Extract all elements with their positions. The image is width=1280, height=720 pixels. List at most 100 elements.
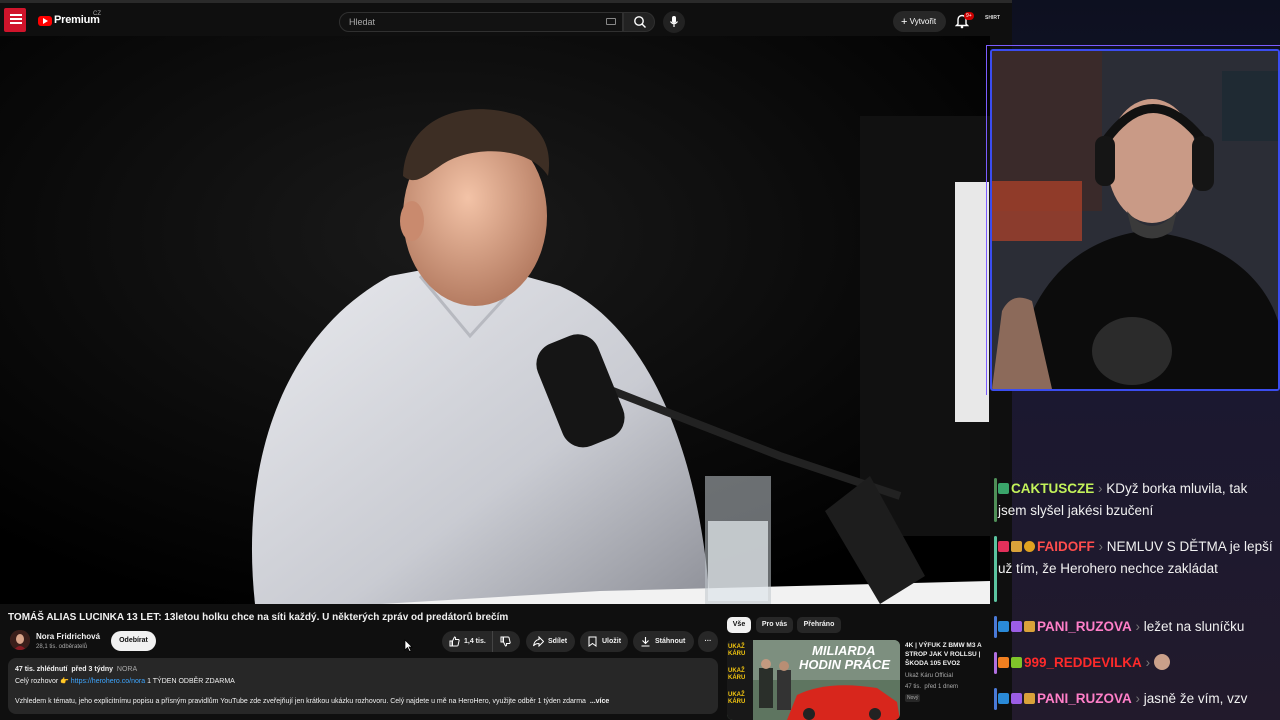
description-tag[interactable]: NORA	[117, 666, 137, 673]
description-more-link[interactable]: ...více	[590, 698, 609, 705]
chat-username[interactable]: PANI_RUZOVA	[1037, 691, 1132, 706]
dislike-button[interactable]	[492, 631, 520, 652]
video-player[interactable]	[0, 36, 990, 604]
bookmark-icon	[588, 636, 597, 647]
cube-badge-icon	[998, 657, 1009, 668]
create-button[interactable]: + Vytvořit	[893, 11, 946, 32]
chat-separator: ›	[1135, 691, 1141, 706]
chat-separator: ›	[1145, 655, 1151, 670]
like-count: 1,4 tis.	[464, 638, 486, 645]
keyboard-icon[interactable]	[606, 18, 616, 25]
subscribe-button[interactable]: Odebírat	[111, 631, 156, 651]
chat-separator: ›	[1098, 481, 1103, 496]
recommended-video-thumbnail[interactable]: UKAŽ KÁRU UKAŽ KÁRU UKAŽ KÁRU MILIARDA H…	[727, 640, 900, 720]
description-line-1-prefix: Celý rozhovor 👉	[15, 678, 69, 685]
youtube-logo-icon[interactable]	[38, 16, 52, 26]
description-line-1-suffix: 1 TÝDEN ODBĚR ZDARMA	[145, 678, 235, 685]
thumbnail-side-text-3: UKAŽ KÁRU	[728, 692, 746, 705]
chat-text: jasně že vím, vzv	[1143, 691, 1248, 706]
chat-message-bar	[994, 478, 997, 522]
plus-icon: +	[901, 16, 908, 28]
thumbnail-side-text-1: UKAŽ KÁRU	[728, 644, 746, 657]
moderator-badge-icon	[998, 483, 1009, 494]
screen: Premium CZ Hledat + Vytvořit 9+ SHIRT TO…	[0, 0, 1280, 720]
channel-avatar[interactable]	[10, 630, 30, 650]
notifications-badge: 9+	[964, 12, 974, 20]
description-line-1: Celý rozhovor 👉 https://herohero.co/nora…	[15, 677, 235, 685]
chat-message: 999_REDDEVILKA ›	[998, 652, 1278, 674]
download-icon	[641, 637, 650, 647]
background-window-peek	[955, 182, 989, 422]
share-badge-icon	[998, 693, 1009, 704]
chat-message: PANI_RUZOVA › ležet na sluníčku	[998, 616, 1278, 638]
search-icon	[634, 16, 646, 28]
exclamation-badge-icon	[1024, 541, 1035, 552]
share-icon	[533, 636, 544, 647]
search-button[interactable]	[623, 12, 655, 32]
thumbnail-caption-2: HODIN PRÁCE	[799, 657, 891, 672]
chat-username[interactable]: PANI_RUZOVA	[1037, 619, 1132, 634]
chip-for-you[interactable]: Pro vás	[756, 617, 793, 633]
search-input[interactable]: Hledat	[339, 12, 623, 32]
youtube-topbar: Premium CZ Hledat + Vytvořit 9+ SHIRT	[0, 0, 1012, 36]
chip-watched[interactable]: Přehráno	[797, 617, 841, 633]
chat-username[interactable]: CAKTUSCZE	[1011, 481, 1094, 496]
voice-search-button[interactable]	[663, 11, 685, 33]
video-frame-image	[0, 36, 990, 604]
chat-message: PANI_RUZOVA › jasně že vím, vzv	[998, 688, 1278, 710]
subscriber-count: 28,1 tis. odběratelů	[36, 644, 88, 650]
chat-separator: ›	[1098, 539, 1104, 554]
thumbnail-side-text-2: UKAŽ KÁRU	[728, 668, 746, 681]
description-line-2-text: Vzhledem k tématu, jeho explicitnímu pop…	[15, 698, 586, 705]
gem-badge-icon	[1011, 693, 1022, 704]
recommended-video-age: před 1 dnem	[924, 684, 959, 690]
gem-badge-icon	[1011, 621, 1022, 632]
chat-message-bar	[994, 536, 997, 602]
chat-message-bar	[994, 616, 997, 638]
new-badge: Nový	[905, 694, 921, 702]
download-button[interactable]: Stáhnout	[633, 631, 694, 652]
chat-message: CAKTUSCZE › KDyž borka mluvila, tak jsem…	[998, 478, 1278, 522]
thumbs-down-icon	[500, 636, 511, 647]
download-label: Stáhnout	[655, 638, 686, 645]
crown-badge-icon	[1011, 657, 1022, 668]
chat-text: ležet na sluníčku	[1143, 619, 1245, 634]
chat-username[interactable]: FAIDOFF	[1037, 539, 1095, 554]
view-count: 47 tis. zhlédnutí	[15, 666, 68, 673]
gift-badge-icon	[998, 541, 1009, 552]
crown-badge-icon	[1024, 621, 1035, 632]
share-button[interactable]: Sdílet	[526, 631, 575, 652]
emote-image-icon	[1153, 654, 1170, 670]
vip-badge-icon	[1011, 541, 1022, 552]
crown-badge-icon	[1024, 693, 1035, 704]
chat-message-bar	[994, 652, 997, 674]
webcam-feed	[990, 49, 1280, 391]
chat-username[interactable]: 999_REDDEVILKA	[1024, 655, 1142, 670]
recommended-video-title[interactable]: 4K | VÝFUK Z BMW M3 A STROP JAK V ROLLSU…	[905, 641, 990, 668]
recommended-video-channel[interactable]: Ukaž Káru Official	[905, 673, 953, 679]
channel-avatar-image	[10, 630, 30, 650]
share-badge-icon	[998, 621, 1009, 632]
description-meta: 47 tis. zhlédnutí před 3 týdny NORA	[15, 666, 137, 673]
create-label: Vytvořit	[909, 17, 937, 26]
like-button[interactable]: 1,4 tis.	[442, 631, 492, 652]
thumbnail-caption-1: MILIARDA	[812, 643, 876, 658]
video-title: TOMÁŠ ALIAS LUCINKA 13 LET: 13letou holk…	[8, 612, 509, 623]
hamburger-menu-icon[interactable]	[10, 14, 22, 24]
youtube-window: Premium CZ Hledat + Vytvořit 9+ SHIRT TO…	[0, 0, 1012, 720]
chat-message-bar	[994, 688, 997, 710]
webcam-image	[992, 51, 1278, 389]
description-link[interactable]: https://herohero.co/nora	[71, 678, 145, 685]
upload-age: před 3 týdny	[71, 666, 114, 673]
recommended-video-stats: 47 tis. před 1 dnem	[905, 684, 958, 690]
microphone-icon	[670, 16, 678, 27]
more-actions-button[interactable]: ···	[698, 631, 718, 652]
channel-name[interactable]: Nora Fridrichová	[36, 632, 100, 641]
account-avatar[interactable]: SHIRT	[985, 15, 1001, 27]
save-button[interactable]: Uložit	[580, 631, 628, 652]
save-label: Uložit	[602, 638, 622, 645]
thumbs-up-icon	[449, 636, 460, 647]
chip-all[interactable]: Vše	[727, 617, 751, 633]
region-label: CZ	[93, 11, 101, 17]
chat-separator: ›	[1135, 619, 1141, 634]
